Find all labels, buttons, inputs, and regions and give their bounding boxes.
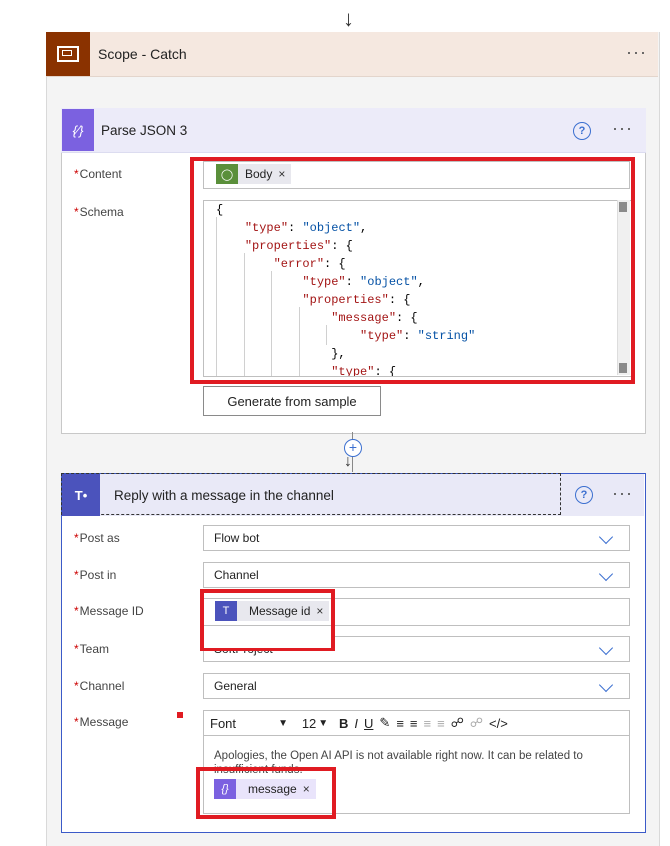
reply-title: Reply with a message in the channel (114, 488, 334, 503)
numbered-list-icon[interactable]: ≡ (407, 711, 421, 735)
scope-more-options-icon[interactable]: ··· (626, 42, 647, 63)
indent-icon[interactable]: ≡ (434, 711, 448, 735)
parse-help-icon[interactable]: ? (573, 122, 591, 140)
post-in-label: *Post in (74, 568, 117, 582)
post-as-label: *Post as (74, 531, 120, 545)
highlight-box (190, 157, 635, 384)
team-label: *Team (74, 642, 110, 656)
scope-title: Scope - Catch (98, 46, 187, 62)
outdent-icon[interactable]: ≡ (421, 711, 435, 735)
highlight-box (196, 767, 336, 819)
font-select[interactable]: Font ▼ (204, 711, 294, 735)
parse-json-title: Parse JSON 3 (101, 123, 188, 138)
reply-help-icon[interactable]: ? (575, 486, 593, 504)
unlink-icon[interactable]: ☍ (467, 711, 486, 735)
schema-label: *Schema (74, 205, 124, 219)
scope-icon (46, 32, 90, 76)
post-in-dropdown[interactable]: Channel (203, 562, 630, 588)
message-label: *Message (74, 715, 129, 729)
chevron-down-icon (598, 566, 614, 582)
highlight-pen-icon[interactable]: ✎ (376, 711, 393, 735)
code-view-icon[interactable]: </> (486, 711, 511, 735)
parse-json-icon: {∕} (62, 109, 94, 151)
italic-icon[interactable]: I (351, 711, 361, 735)
parse-more-options-icon[interactable]: ··· (612, 118, 633, 139)
channel-dropdown[interactable]: General (203, 673, 630, 699)
chevron-down-icon (598, 640, 614, 656)
connector-arrow-down-icon: ↓ (344, 453, 352, 470)
post-as-dropdown[interactable]: Flow bot (203, 525, 630, 551)
connector-arrow-down-icon: ↓ (343, 6, 354, 31)
generate-from-sample-button[interactable]: Generate from sample (203, 386, 381, 416)
chevron-down-icon (598, 677, 614, 693)
font-size-select[interactable]: 12 ▼ (294, 711, 336, 735)
reply-more-options-icon[interactable]: ··· (612, 483, 633, 504)
underline-icon[interactable]: U (361, 711, 376, 735)
dropdown-arrow-icon: ▼ (318, 717, 329, 729)
bold-icon[interactable]: B (336, 711, 351, 735)
message-toolbar: Font ▼ 12 ▼ B I U ✎ ≡ ≡ ≡ ≡ ☍ ☍ </> (203, 710, 630, 736)
required-indicator (177, 712, 183, 718)
chevron-down-icon (598, 529, 614, 545)
link-icon[interactable]: ☍ (448, 711, 467, 735)
content-label: *Content (74, 167, 122, 181)
bulleted-list-icon[interactable]: ≡ (393, 711, 407, 735)
channel-label: *Channel (74, 679, 125, 693)
dropdown-arrow-icon: ▼ (278, 717, 288, 729)
teams-icon: T• (62, 474, 100, 516)
message-id-label: *Message ID (74, 604, 144, 618)
